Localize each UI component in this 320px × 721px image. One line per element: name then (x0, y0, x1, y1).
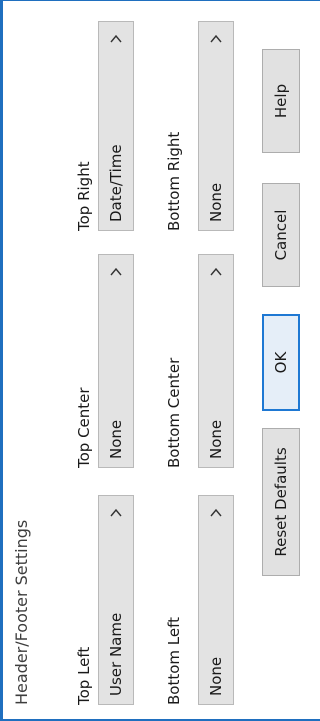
bottom-left-label: Bottom Left (165, 616, 183, 705)
top-center-value: None (107, 419, 125, 459)
bottom-center-select[interactable]: None (198, 254, 234, 468)
bottom-right-select[interactable]: None (198, 21, 234, 231)
cancel-button[interactable]: Cancel (262, 183, 300, 287)
bottom-left-select[interactable]: None (198, 495, 234, 705)
chevron-right-icon (209, 265, 223, 279)
ok-button[interactable]: OK (262, 314, 300, 411)
bottom-right-value: None (207, 182, 225, 222)
top-center-select[interactable]: None (98, 254, 134, 468)
help-button[interactable]: Help (262, 49, 300, 153)
bottom-left-value: None (207, 656, 225, 696)
header-footer-settings-dialog: Header/Footer Settings Top Left User Nam… (0, 0, 320, 721)
dialog-title: Header/Footer Settings (12, 519, 31, 705)
top-center-label: Top Center (75, 387, 93, 468)
chevron-right-icon (209, 506, 223, 520)
top-right-label: Top Right (75, 161, 93, 231)
chevron-right-icon (109, 265, 123, 279)
top-right-select[interactable]: Date/Time (98, 21, 134, 231)
bottom-right-label: Bottom Right (165, 131, 183, 231)
bottom-center-value: None (207, 419, 225, 459)
top-left-select[interactable]: User Name (98, 495, 134, 705)
chevron-right-icon (109, 32, 123, 46)
top-right-value: Date/Time (107, 144, 125, 222)
reset-defaults-button[interactable]: Reset Defaults (262, 428, 300, 576)
chevron-right-icon (209, 32, 223, 46)
top-left-value: User Name (107, 612, 125, 696)
bottom-center-label: Bottom Center (165, 357, 183, 468)
top-left-label: Top Left (75, 646, 93, 705)
chevron-right-icon (109, 506, 123, 520)
